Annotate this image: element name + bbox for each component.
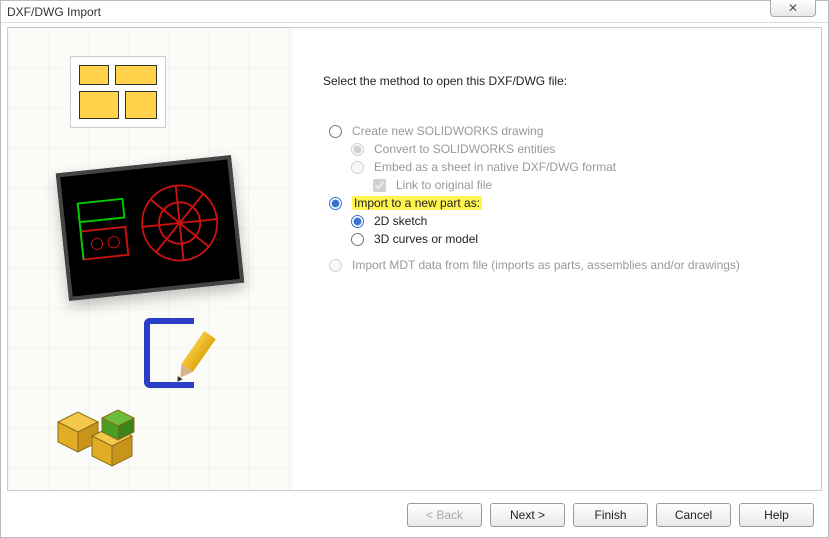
option-3d-curves[interactable]: 3D curves or model — [351, 232, 809, 246]
option-embed-sheet: Embed as a sheet in native DXF/DWG forma… — [351, 160, 809, 174]
drawing-thumbnail-icon — [70, 56, 166, 128]
label-2d-sketch: 2D sketch — [374, 214, 427, 228]
next-button[interactable]: Next > — [490, 503, 565, 527]
dialog-content: Select the method to open this DXF/DWG f… — [7, 27, 822, 491]
back-button: < Back — [407, 503, 482, 527]
option-link-original: Link to original file — [373, 178, 809, 192]
cad-preview-icon — [56, 155, 244, 301]
option-create-drawing[interactable]: Create new SOLIDWORKS drawing — [329, 124, 809, 138]
label-create-drawing: Create new SOLIDWORKS drawing — [352, 124, 543, 138]
close-button[interactable]: ✕ — [770, 0, 816, 17]
help-button[interactable]: Help — [739, 503, 814, 527]
part-assembly-icon — [48, 392, 168, 472]
sketch-pencil-icon — [144, 318, 234, 398]
label-convert-entities: Convert to SOLIDWORKS entities — [374, 142, 555, 156]
illustration-panel — [8, 28, 293, 490]
radio-2d-sketch[interactable] — [351, 215, 364, 228]
prompt-label: Select the method to open this DXF/DWG f… — [323, 74, 809, 88]
option-convert-entities: Convert to SOLIDWORKS entities — [351, 142, 809, 156]
radio-import-new-part[interactable] — [329, 197, 342, 210]
label-import-new-part: Import to a new part as: — [352, 196, 482, 210]
radio-import-mdt — [329, 259, 342, 272]
close-icon: ✕ — [788, 1, 798, 15]
window-title: DXF/DWG Import — [7, 5, 101, 19]
label-embed-sheet: Embed as a sheet in native DXF/DWG forma… — [374, 160, 616, 174]
radio-create-drawing[interactable] — [329, 125, 342, 138]
label-link-original: Link to original file — [396, 178, 492, 192]
button-bar: < Back Next > Finish Cancel Help — [407, 503, 814, 527]
titlebar: DXF/DWG Import — [1, 1, 828, 23]
finish-button[interactable]: Finish — [573, 503, 648, 527]
label-import-mdt: Import MDT data from file (imports as pa… — [352, 258, 740, 272]
options-panel: Select the method to open this DXF/DWG f… — [293, 28, 821, 490]
radio-embed-sheet — [351, 161, 364, 174]
radio-convert-entities — [351, 143, 364, 156]
radio-3d-curves[interactable] — [351, 233, 364, 246]
option-2d-sketch[interactable]: 2D sketch — [351, 214, 809, 228]
option-import-new-part[interactable]: Import to a new part as: — [329, 196, 809, 210]
checkbox-link-original — [373, 179, 386, 192]
label-3d-curves: 3D curves or model — [374, 232, 478, 246]
dxf-dwg-import-dialog: DXF/DWG Import ✕ — [0, 0, 829, 538]
option-import-mdt: Import MDT data from file (imports as pa… — [329, 258, 809, 272]
cancel-button[interactable]: Cancel — [656, 503, 731, 527]
